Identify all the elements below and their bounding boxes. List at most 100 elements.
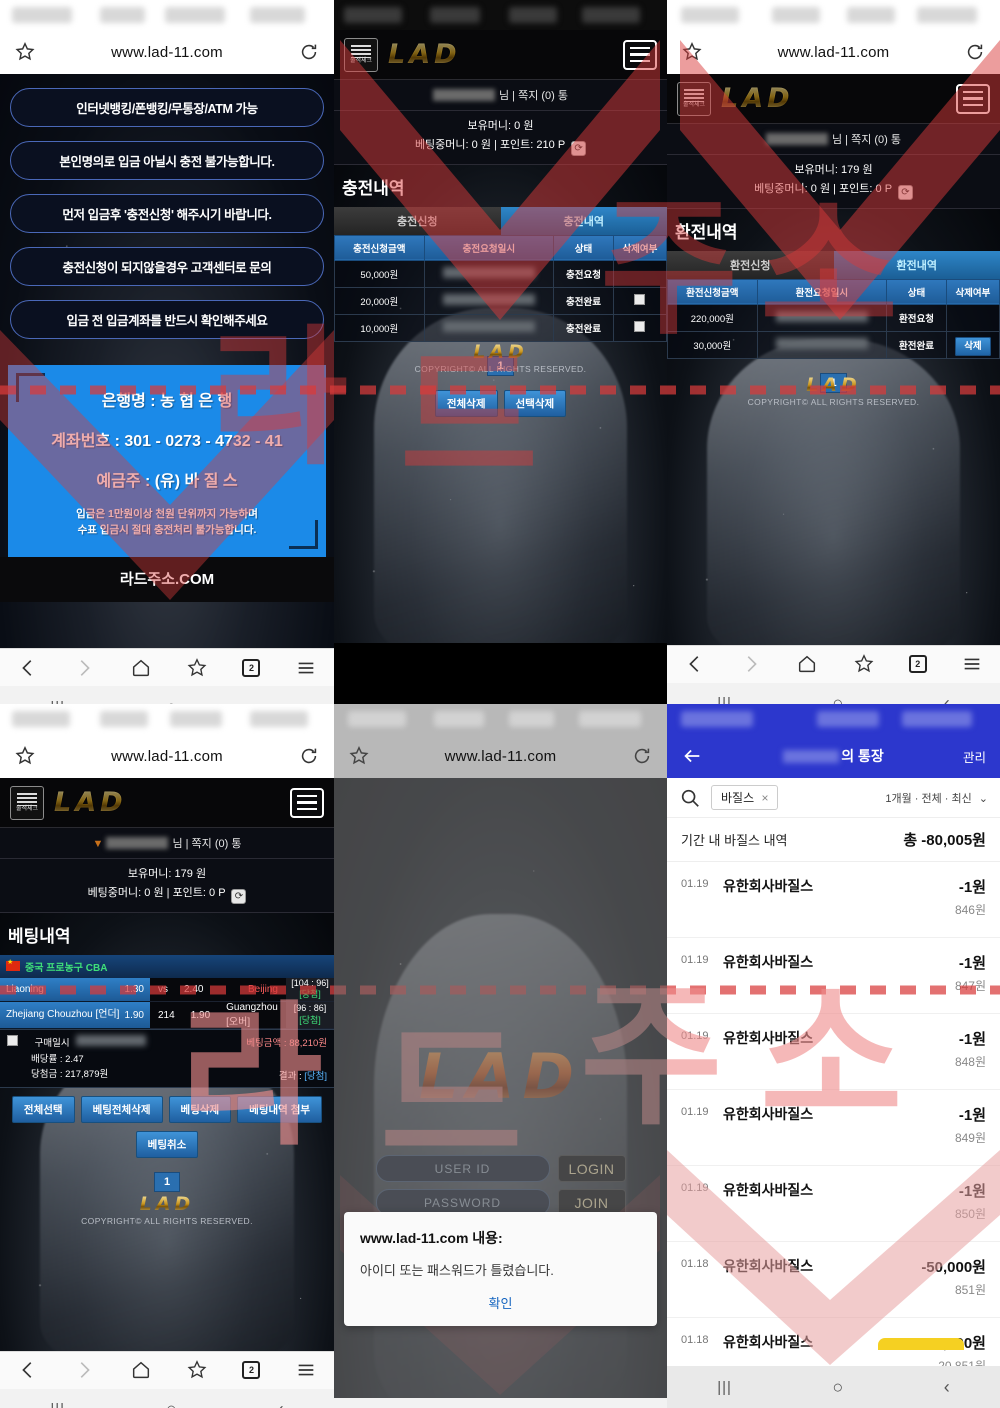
filter-chip-keyword[interactable]: 바질스 × — [711, 785, 779, 810]
list-item[interactable]: 01.19 유한회사바질스 -1원 847원 — [667, 938, 1000, 1014]
refresh-icon[interactable]: ⟳ — [897, 184, 913, 200]
home-button[interactable]: ○ — [166, 1399, 177, 1408]
tabs-icon[interactable]: 2 — [242, 658, 261, 677]
delete-all-bets-button[interactable]: 베팅전체삭제 — [80, 1096, 163, 1124]
charge-body: 충전내역 충전신청 충전내역 충전신청금액 충전요청일시 상태 삭제여부 50,… — [334, 164, 667, 643]
list-item[interactable]: 01.19 유한회사바질스 -1원 850원 — [667, 1166, 1000, 1242]
refresh-icon[interactable]: ⟳ — [571, 140, 587, 156]
tab-charge-request[interactable]: 충전신청 — [334, 206, 501, 235]
list-item[interactable]: 01.19 유한회사바질스 -1원 846원 — [667, 862, 1000, 938]
chip-close-icon[interactable]: × — [761, 791, 768, 805]
select-bet-checkbox[interactable] — [7, 1035, 18, 1047]
reload-icon[interactable] — [298, 745, 320, 767]
tabs-icon[interactable]: 2 — [242, 1361, 261, 1380]
balance-label: 보유머니: — [467, 120, 512, 132]
back-button[interactable]: ‹ — [278, 697, 284, 705]
cancel-bet-button[interactable]: 베팅취소 — [135, 1131, 199, 1159]
manage-button[interactable]: 관리 — [963, 747, 986, 766]
attendance-check-icon[interactable]: 출석체크 — [10, 785, 44, 820]
list-item[interactable]: 01.19 유한회사바질스 -1원 848원 — [667, 1014, 1000, 1090]
forward-icon[interactable] — [73, 1359, 95, 1381]
browser-url-bar[interactable]: www.lad-11.com — [334, 734, 667, 778]
cell-delete[interactable] — [612, 313, 667, 342]
list-item[interactable]: 01.19 유한회사바질스 -1원 849원 — [667, 1090, 1000, 1166]
hamburger-menu-icon[interactable] — [956, 83, 990, 114]
delete-bet-button[interactable]: 베팅삭제 — [168, 1096, 232, 1124]
selection-home[interactable]: Zhejiang Chouzhou [언더] 1.90 — [0, 1002, 150, 1030]
site-logo[interactable]: LAD — [721, 83, 794, 114]
reload-icon[interactable] — [298, 41, 320, 63]
select-all-button[interactable]: 전체선택 — [11, 1096, 75, 1124]
browser-url-bar[interactable]: www.lad-11.com — [0, 30, 334, 74]
site-logo[interactable]: LAD — [54, 787, 127, 818]
forward-icon[interactable] — [740, 653, 762, 675]
back-button[interactable]: ‹ — [944, 1377, 950, 1398]
back-icon[interactable] — [684, 653, 706, 675]
delete-selected-button[interactable]: 선택삭제 — [503, 389, 567, 417]
search-icon[interactable] — [679, 787, 701, 809]
back-button[interactable]: ‹ — [944, 693, 950, 704]
attendance-check-icon[interactable]: 출석체크 — [344, 37, 378, 72]
hamburger-menu-icon[interactable] — [623, 39, 657, 70]
star-icon[interactable] — [14, 41, 36, 63]
attendance-check-icon[interactable]: 출석체크 — [677, 81, 711, 116]
selection-home[interactable]: Liaoning 1.30 — [0, 977, 150, 1003]
floating-action-bar[interactable] — [878, 1338, 964, 1350]
star-icon[interactable] — [14, 745, 36, 767]
charge-tabs: 충전신청 충전내역 — [334, 206, 667, 235]
android-status-bar — [334, 0, 667, 30]
site-logo[interactable]: LAD — [388, 39, 461, 70]
domain-bar[interactable]: 라드주소.COM — [0, 556, 334, 602]
refresh-icon[interactable]: ⟳ — [231, 888, 247, 904]
recents-button[interactable]: ||| — [50, 1401, 65, 1408]
period-filter[interactable]: 1개월 · 전체 · 최신 ⌄ — [885, 790, 988, 806]
browser-url-bar[interactable]: www.lad-11.com — [0, 734, 334, 778]
recents-button[interactable]: ||| — [717, 695, 732, 704]
cell-delete[interactable]: 삭제 — [945, 330, 1000, 359]
menu-icon[interactable] — [295, 1359, 317, 1381]
page-number-1[interactable]: 1 — [153, 1172, 181, 1193]
bookmark-star-icon[interactable] — [186, 1359, 208, 1381]
cell-delete[interactable] — [612, 286, 667, 315]
menu-icon[interactable] — [961, 653, 983, 675]
menu-icon[interactable] — [295, 657, 317, 679]
bookmark-star-icon[interactable] — [186, 657, 208, 679]
home-icon[interactable] — [130, 1359, 152, 1381]
home-button[interactable]: ○ — [832, 693, 843, 704]
home-button[interactable]: ○ — [166, 697, 177, 705]
betting-body: 베팅내역 중국 프로농구 CBA Liaoning 1.30 vs 2.40 B… — [0, 912, 334, 1351]
reload-icon[interactable] — [631, 745, 653, 767]
back-arrow-icon[interactable] — [681, 745, 703, 767]
back-icon[interactable] — [17, 1359, 39, 1381]
tab-exchange-history[interactable]: 환전내역 — [833, 250, 1000, 279]
delete-button[interactable]: 삭제 — [955, 336, 991, 356]
attendance-label: 출석체크 — [682, 101, 706, 108]
tabs-icon[interactable]: 2 — [908, 655, 927, 674]
tx-date: 01.18 — [681, 1258, 709, 1270]
list-item[interactable]: 01.18 유한회사바질스 -50,000원 851원 — [667, 1242, 1000, 1318]
alert-confirm-button[interactable]: 확인 — [360, 1293, 641, 1316]
delete-checkbox[interactable] — [634, 293, 646, 305]
browser-url-bar[interactable]: www.lad-11.com — [667, 30, 1000, 74]
cell-delete — [612, 259, 667, 288]
home-icon[interactable] — [796, 653, 818, 675]
bookmark-star-icon[interactable] — [853, 653, 875, 675]
star-icon[interactable] — [348, 745, 370, 767]
hamburger-menu-icon[interactable] — [290, 787, 324, 818]
reload-icon[interactable] — [964, 41, 986, 63]
back-button[interactable]: ‹ — [278, 1399, 284, 1408]
chevron-down-icon[interactable]: ⌄ — [979, 793, 988, 805]
table-header-row: 충전신청금액 충전요청일시 상태 삭제여부 — [334, 234, 667, 261]
recents-button[interactable]: ||| — [717, 1379, 732, 1396]
attach-bet-history-button[interactable]: 베팅내역 첨부 — [237, 1096, 323, 1124]
delete-all-button[interactable]: 전체삭제 — [434, 389, 498, 417]
home-icon[interactable] — [130, 657, 152, 679]
alert-title: www.lad-11.com 내용: — [360, 1230, 503, 1246]
back-icon[interactable] — [17, 657, 39, 679]
forward-icon[interactable] — [73, 657, 95, 679]
star-icon[interactable] — [681, 41, 703, 63]
tab-charge-history[interactable]: 충전내역 — [500, 206, 667, 235]
tab-exchange-request[interactable]: 환전신청 — [667, 250, 834, 279]
delete-checkbox[interactable] — [634, 320, 646, 332]
home-button[interactable]: ○ — [832, 1377, 843, 1398]
